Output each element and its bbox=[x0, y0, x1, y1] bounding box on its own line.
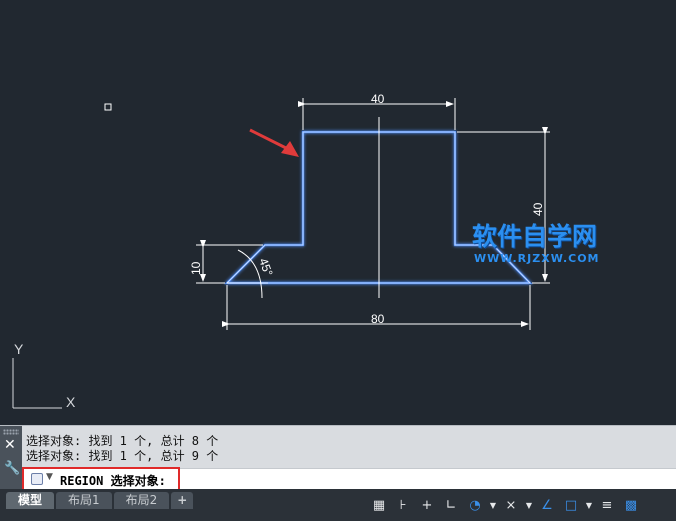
polar-icon[interactable]: ◔ bbox=[464, 494, 486, 516]
osnap-icon[interactable]: ∠ bbox=[536, 494, 558, 516]
isodraft-icon[interactable]: ⨯ bbox=[500, 494, 522, 516]
ucs-icon bbox=[12, 358, 62, 409]
ucs-x-label: X bbox=[66, 394, 76, 410]
history-line: 选择对象: 找到 1 个, 总计 9 个 bbox=[26, 449, 219, 463]
layout-tabs: 模型 布局1 布局2 + bbox=[6, 492, 195, 510]
status-tools: ▦ ⊦ + ∟ ◔ ▼ ⨯ ▼ ∠ □ ▼ ≡ ▩ bbox=[368, 492, 644, 518]
tab-layout1[interactable]: 布局1 bbox=[56, 492, 112, 509]
dim-top-text: 40 bbox=[371, 92, 385, 106]
watermark-url: WWW.RJZXW.COM bbox=[474, 252, 600, 265]
command-prompt-icon[interactable] bbox=[31, 473, 43, 485]
transparency-icon[interactable]: ≡ bbox=[596, 494, 618, 516]
wrench-icon[interactable]: 🔧 bbox=[4, 461, 20, 476]
dim-right-text: 40 bbox=[531, 202, 545, 216]
chevron-down-icon[interactable]: ▼ bbox=[46, 472, 53, 482]
grip-square[interactable] bbox=[104, 103, 112, 111]
drawing-canvas[interactable]: 40 40 10 45° 80 Y X 软件自学网 WWW.RJZXW.COM bbox=[0, 0, 676, 425]
command-prompt-text: REGION 选择对象: bbox=[60, 474, 166, 488]
chevron-down-icon[interactable]: ▼ bbox=[524, 494, 534, 516]
lineweight-icon[interactable]: □ bbox=[560, 494, 582, 516]
chevron-down-icon[interactable]: ▼ bbox=[584, 494, 594, 516]
selection-cycle-icon[interactable]: ▩ bbox=[620, 494, 642, 516]
watermark-title: 软件自学网 bbox=[472, 222, 598, 251]
drawing-svg: 40 40 10 45° 80 Y X bbox=[12, 92, 550, 410]
command-panel-grip[interactable]: ✕ 🔧 bbox=[0, 426, 22, 490]
dim-left-text: 10 bbox=[189, 261, 203, 275]
grid-icon[interactable]: ▦ bbox=[368, 494, 390, 516]
command-line-panel: ✕ 🔧 选择对象: 找到 1 个, 总计 8 个 选择对象: 找到 1 个, 总… bbox=[0, 425, 676, 493]
close-icon[interactable]: ✕ bbox=[4, 437, 16, 453]
ortho-icon[interactable]: ∟ bbox=[440, 494, 462, 516]
ucs-y-label: Y bbox=[14, 341, 24, 357]
command-history: 选择对象: 找到 1 个, 总计 8 个 选择对象: 找到 1 个, 总计 9 … bbox=[26, 434, 218, 464]
tab-model[interactable]: 模型 bbox=[6, 492, 55, 509]
snap-icon[interactable]: ⊦ bbox=[392, 494, 414, 516]
status-bar: 模型 布局1 布局2 + ▦ ⊦ + ∟ ◔ ▼ ⨯ ▼ ∠ □ ▼ ≡ ▩ bbox=[0, 489, 676, 521]
grip-dots[interactable] bbox=[3, 429, 19, 435]
chevron-down-icon[interactable]: ▼ bbox=[488, 494, 498, 516]
dimension-left bbox=[196, 240, 263, 284]
tab-layout2[interactable]: 布局2 bbox=[113, 492, 170, 509]
watermark: 软件自学网 WWW.RJZXW.COM bbox=[472, 222, 600, 265]
dim-bottom-text: 80 bbox=[371, 312, 385, 326]
command-input[interactable]: ▼ REGION 选择对象: bbox=[22, 467, 676, 493]
add-layout-button[interactable]: + bbox=[171, 492, 194, 509]
pointer-arrow bbox=[249, 128, 299, 157]
history-line: 选择对象: 找到 1 个, 总计 8 个 bbox=[26, 434, 219, 448]
infer-icon[interactable]: + bbox=[416, 494, 438, 516]
